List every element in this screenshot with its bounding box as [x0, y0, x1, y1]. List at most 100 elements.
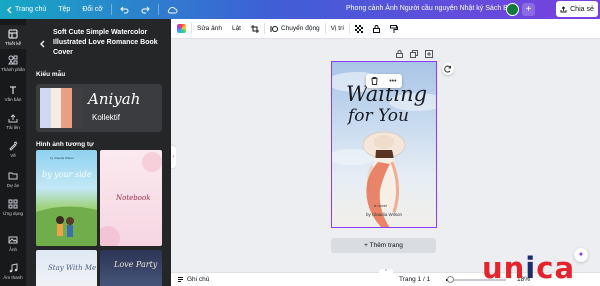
- rail-item-audio[interactable]: Âm thanh: [0, 263, 26, 280]
- cover-subtitle[interactable]: a novel: [374, 203, 387, 208]
- add-page-button[interactable]: + Thêm trang: [331, 238, 436, 253]
- redo-button[interactable]: [135, 0, 156, 19]
- animate-button[interactable]: Chuyển động: [265, 19, 325, 39]
- folder-icon: [8, 172, 18, 180]
- cloud-save-button[interactable]: [161, 0, 184, 19]
- swatch: [50, 88, 61, 128]
- context-toolbar: Sửa ảnh Lật Chuyển động Vị trí: [171, 19, 600, 39]
- color-palette-icon: [177, 24, 186, 33]
- swatch: [71, 88, 82, 128]
- watermark-part: i: [525, 251, 537, 285]
- rail-item-photos[interactable]: Ảnh: [0, 235, 26, 252]
- style-painter-button[interactable]: [385, 19, 403, 39]
- text-icon: [10, 86, 16, 94]
- photo-icon: [8, 236, 18, 244]
- page-indicator[interactable]: Trang 1 / 1: [399, 276, 430, 283]
- menu-button[interactable]: Trang chủ: [0, 0, 52, 19]
- similar-thumbnail[interactable]: by your side by Claudia Wilson: [36, 150, 97, 246]
- more-options-icon[interactable]: •••: [389, 78, 396, 85]
- element-floating-toolbar: •••: [366, 74, 402, 88]
- template-title: Soft Cute Simple Watercolor Illustrated …: [53, 29, 158, 56]
- rail-item-design[interactable]: Thiết kế: [0, 25, 26, 49]
- home-link[interactable]: Trang chủ: [15, 6, 46, 13]
- rail-item-upload[interactable]: Tải lên: [0, 113, 26, 130]
- rail-item-draw[interactable]: Vẽ: [0, 141, 26, 158]
- duplicate-icon[interactable]: [410, 50, 418, 58]
- file-menu[interactable]: Tệp: [52, 0, 76, 19]
- link-button[interactable]: [368, 19, 385, 39]
- draw-icon: [9, 141, 18, 151]
- watermark-part: ca: [536, 251, 576, 285]
- template-panel: Soft Cute Simple Watercolor Illustrated …: [26, 19, 171, 286]
- crop-button[interactable]: [246, 19, 264, 39]
- similar-thumbnail[interactable]: Notebook: [100, 150, 162, 246]
- styles-heading: Kiểu mẫu: [36, 71, 66, 78]
- elements-icon: [8, 55, 18, 65]
- similar-thumbnail[interactable]: Stay With Me: [36, 250, 97, 286]
- thumbnail-author: by Claudia Wilson: [50, 156, 75, 160]
- notes-label: Ghi chú: [187, 276, 210, 283]
- chevron-left-icon: [7, 6, 12, 13]
- unica-watermark: unica: [482, 253, 575, 283]
- cover-author[interactable]: by Claudia Wilson: [366, 212, 402, 217]
- transparency-icon: [355, 24, 364, 33]
- upload-icon: [8, 114, 18, 123]
- rail-label: Văn bản: [4, 97, 22, 102]
- cover-title-line2[interactable]: for You: [348, 106, 409, 126]
- add-page-icon[interactable]: [425, 50, 433, 58]
- illustration: [36, 206, 97, 246]
- thumbnail-title: Stay With Me: [48, 264, 97, 272]
- style-card[interactable]: Aniyah Kollektif: [36, 84, 162, 132]
- lock-icon: [373, 24, 381, 33]
- cloud-icon: [167, 6, 178, 13]
- audio-icon: [9, 263, 18, 273]
- zoom-slider-knob[interactable]: [446, 276, 454, 283]
- crop-icon: [251, 24, 259, 33]
- lock-icon[interactable]: [396, 50, 403, 58]
- similar-thumbnail[interactable]: Love Party: [100, 250, 162, 286]
- redo-icon: [141, 6, 150, 13]
- paint-roller-icon: [390, 24, 399, 33]
- magic-assistant-button[interactable]: ✦: [574, 248, 588, 262]
- share-icon: [560, 5, 567, 12]
- thumbnail-title: Love Party: [114, 260, 158, 269]
- flip-button[interactable]: Lật: [227, 19, 246, 39]
- rail-label: Ứng dụng: [2, 211, 24, 216]
- resize-menu[interactable]: Đổi cỡ: [76, 0, 109, 19]
- swatch: [61, 88, 72, 128]
- apps-icon: [8, 199, 18, 209]
- share-button[interactable]: Chia sẻ: [556, 1, 598, 17]
- transparency-button[interactable]: [350, 19, 368, 39]
- avatar[interactable]: [506, 3, 519, 16]
- show-pages-button[interactable]: ⌃: [379, 269, 393, 275]
- refresh-icon: [444, 65, 451, 73]
- side-rail: Thiết kế Thành phần Văn bản Tải lên Vẽ D…: [0, 19, 26, 286]
- trash-icon[interactable]: [371, 77, 378, 85]
- chevron-left-icon: [40, 40, 45, 48]
- edit-image-button[interactable]: Sửa ảnh: [192, 19, 227, 39]
- top-bar: Trang chủ Tệp Đổi cỡ Phong cảnh Ảnh Ngườ…: [0, 0, 600, 19]
- share-label: Chia sẻ: [570, 5, 594, 13]
- color-button[interactable]: [171, 19, 191, 39]
- rail-label: Thiết kế: [4, 41, 21, 46]
- rail-item-text[interactable]: Văn bản: [0, 85, 26, 102]
- rail-label: Vẽ: [10, 153, 16, 158]
- rail-label: Ảnh: [8, 247, 17, 252]
- add-collaborator-button[interactable]: +: [522, 3, 535, 16]
- font-sample-script: Aniyah: [88, 90, 141, 108]
- notes-button[interactable]: Ghi chú: [177, 276, 209, 283]
- rail-item-projects[interactable]: Dự án: [0, 171, 26, 188]
- divider: [110, 4, 112, 15]
- page-controls: [396, 50, 433, 58]
- regenerate-button[interactable]: [442, 63, 454, 75]
- back-button[interactable]: [39, 40, 45, 50]
- rail-item-elements[interactable]: Thành phần: [0, 55, 26, 72]
- rail-label: Tải lên: [6, 125, 20, 130]
- position-button[interactable]: Vị trí: [326, 19, 349, 39]
- thumbnail-title: Notebook: [116, 194, 151, 202]
- animate-icon: [270, 25, 278, 32]
- rail-label: Dự án: [6, 183, 20, 188]
- document-title[interactable]: Phong cảnh Ảnh Người cầu nguyện Nhật ký …: [346, 5, 514, 12]
- rail-item-apps[interactable]: Ứng dụng: [0, 199, 26, 216]
- undo-button[interactable]: [114, 0, 135, 19]
